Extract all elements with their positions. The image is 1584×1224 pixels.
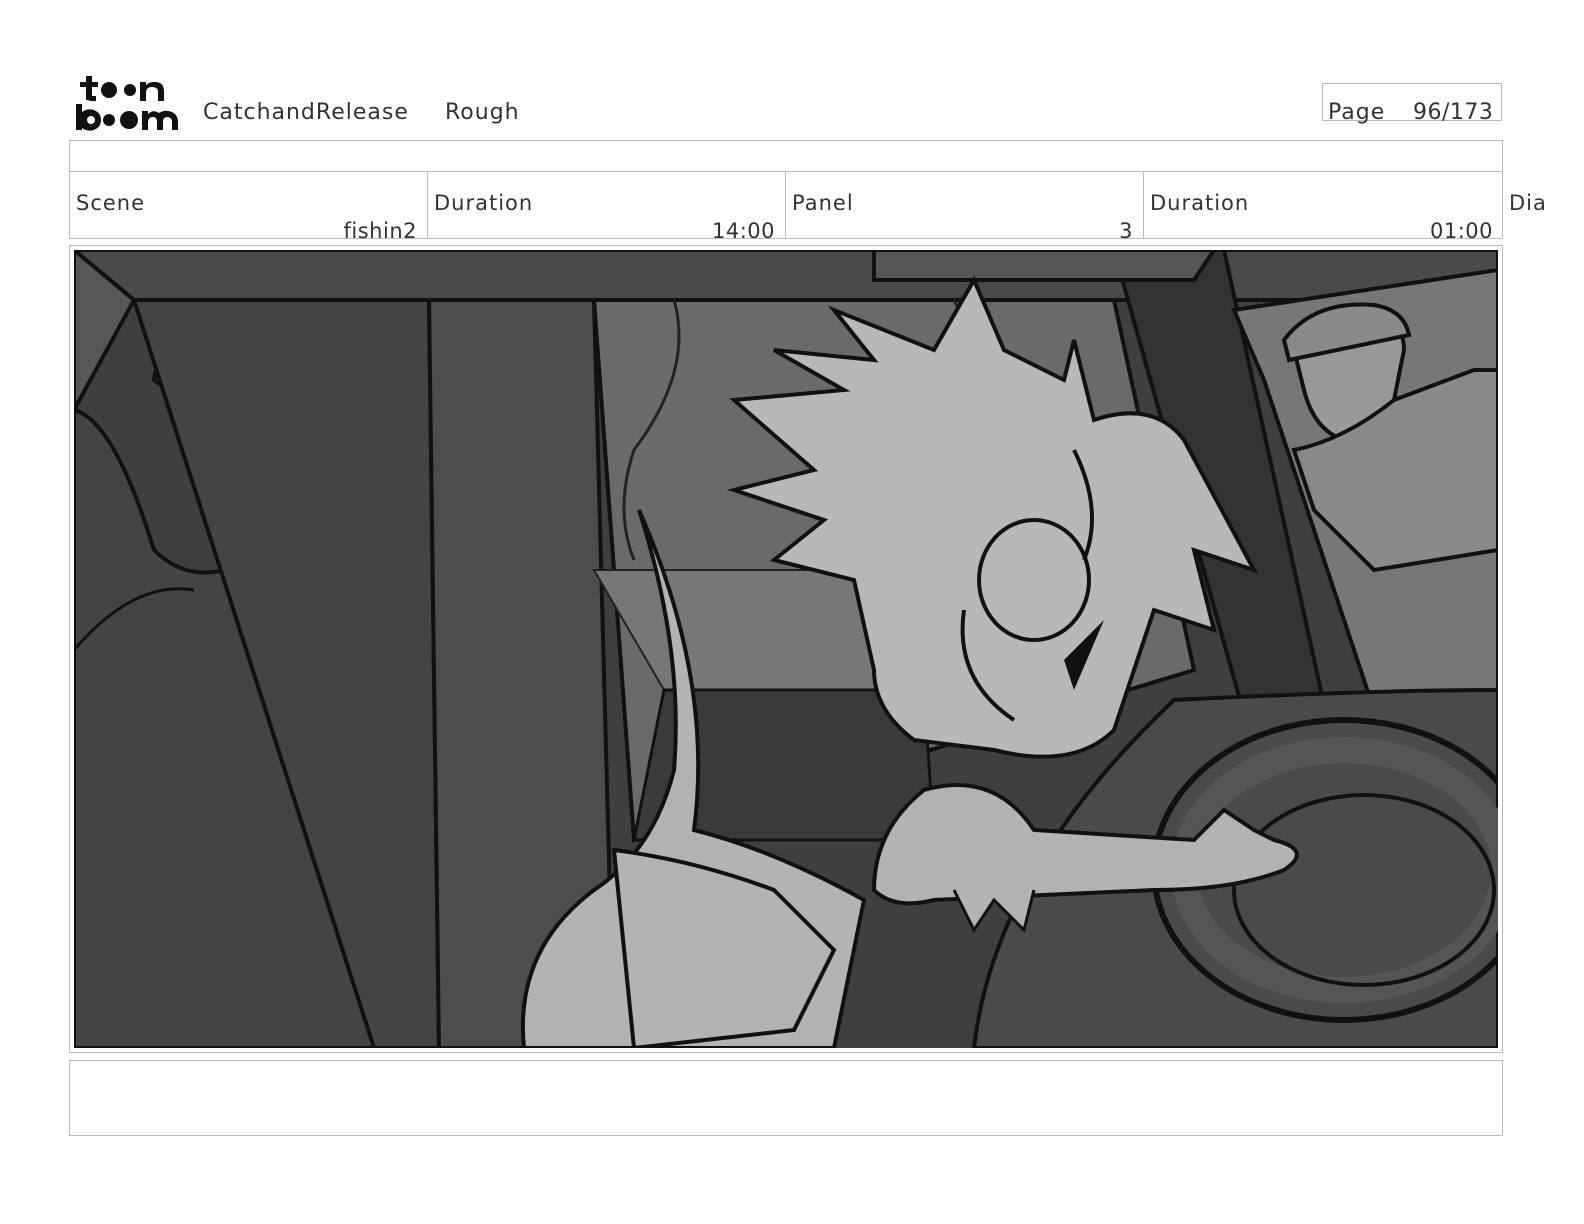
project-title: CatchandRelease [203,100,409,125]
storyboard-panel-drawing [74,250,1498,1048]
panel-duration-label: Duration [1150,191,1250,215]
panel-cell: Panel 3 [786,172,1144,242]
scene-cell: Scene fishin2 [70,172,428,242]
panel-label: Panel [792,191,854,215]
header-strip [69,140,1503,172]
panel-duration-value: 01:00 [1429,219,1493,243]
page-number: 96/173 [1413,100,1494,125]
scene-duration-value: 14:00 [711,219,775,243]
version-label: Rough [445,100,520,125]
dialogue-label: Dia [1509,191,1547,215]
notes-box [69,1060,1503,1136]
page-label: Page [1328,100,1386,125]
scene-value: fishin2 [343,219,417,243]
info-row: Scene fishin2 Duration 14:00 Panel 3 Dur… [69,172,1503,242]
panel-duration-cell: Duration 01:00 [1144,172,1503,242]
toonboom-logo [76,76,178,131]
scene-duration-cell: Duration 14:00 [428,172,786,242]
panel-value: 3 [1119,219,1133,243]
scene-duration-label: Duration [434,191,534,215]
scene-label: Scene [76,191,146,215]
